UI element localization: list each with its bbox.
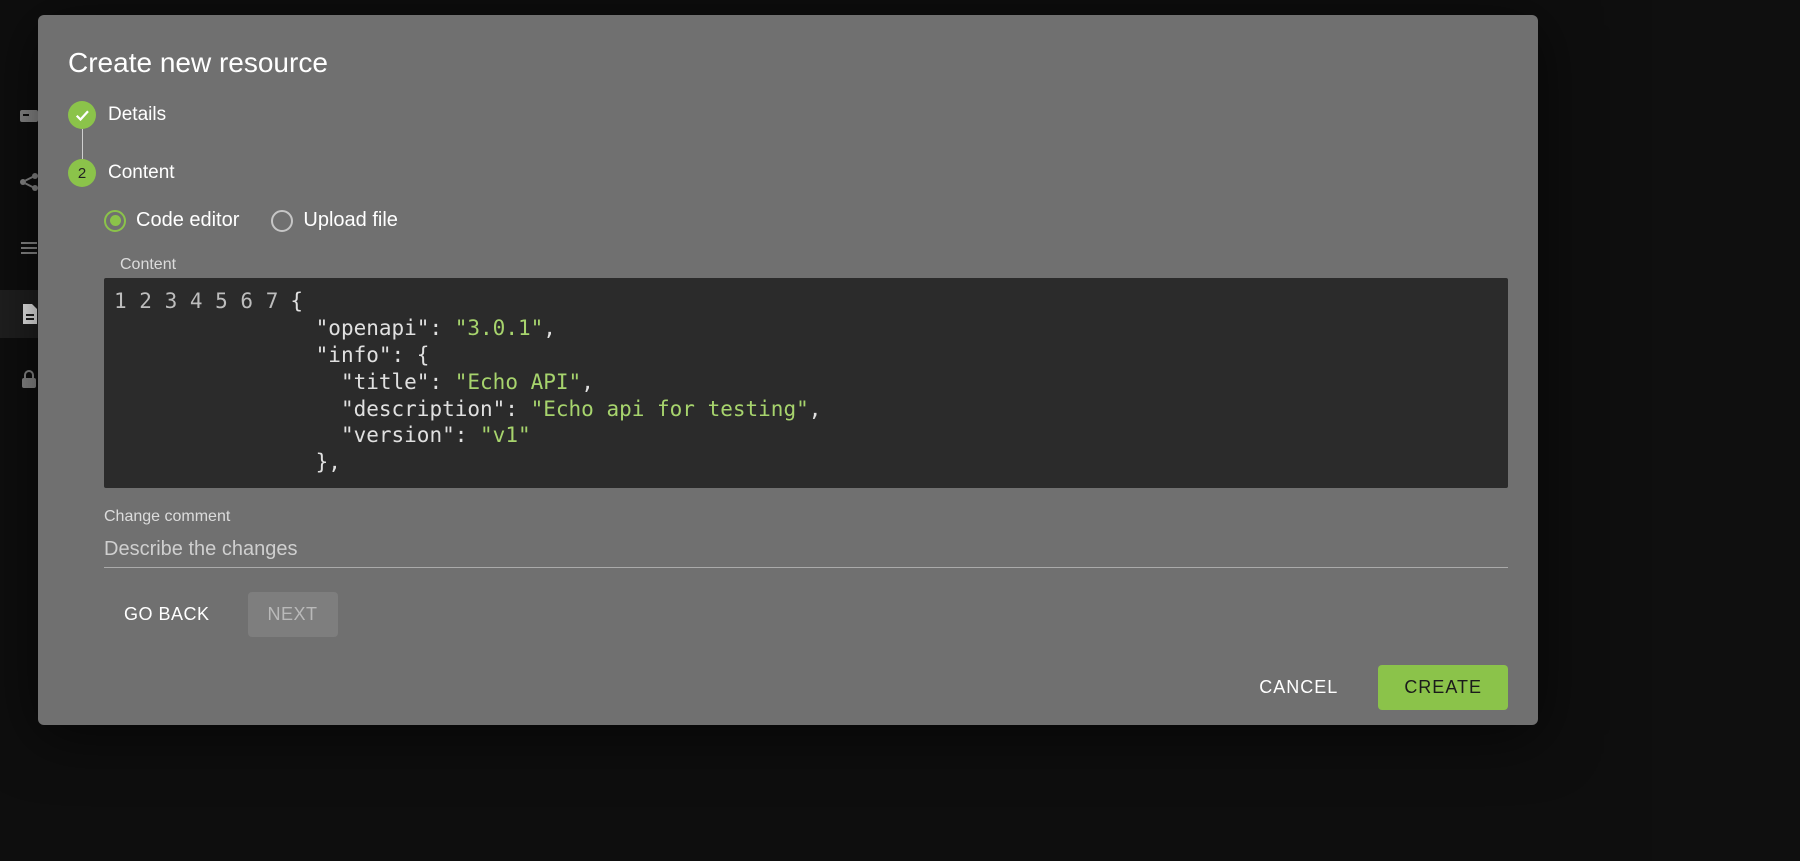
modal-title: Create new resource [68, 47, 1508, 79]
radio-outer-icon [271, 210, 293, 232]
step-nav: GO BACK NEXT [104, 592, 1508, 637]
stepper: Details 2 Content [68, 101, 1508, 187]
step-connector [82, 129, 83, 159]
content-mode-radio-group: Code editor Upload file [104, 209, 1508, 232]
radio-upload-file-label: Upload file [303, 209, 398, 232]
radio-upload-file[interactable]: Upload file [271, 209, 398, 232]
radio-inner-icon [110, 215, 121, 226]
step-content-indicator: 2 [68, 159, 96, 187]
code-gutter: 1 2 3 4 5 6 7 [104, 288, 286, 476]
code-editor[interactable]: 1 2 3 4 5 6 7 { "openapi": "3.0.1", "inf… [104, 278, 1508, 488]
create-button[interactable]: CREATE [1378, 665, 1508, 710]
step-details-indicator [68, 101, 96, 129]
radio-outer-icon [104, 210, 126, 232]
go-back-button[interactable]: GO BACK [104, 592, 230, 637]
create-resource-modal: Create new resource Details 2 Content Co… [38, 15, 1538, 725]
editor-label: Content [120, 256, 1508, 274]
change-comment-label: Change comment [104, 508, 1508, 526]
code-body[interactable]: { "openapi": "3.0.1", "info": { "title":… [286, 288, 821, 476]
next-button: NEXT [248, 592, 338, 637]
change-comment-input[interactable] [104, 532, 1508, 568]
step-details[interactable]: Details [68, 101, 1508, 129]
radio-code-editor-label: Code editor [136, 209, 239, 232]
step-details-label: Details [108, 104, 166, 126]
step-content-label: Content [108, 162, 175, 184]
check-icon [73, 106, 91, 124]
step-content-body: Code editor Upload file Content 1 2 3 4 … [68, 209, 1508, 637]
radio-code-editor[interactable]: Code editor [104, 209, 239, 232]
change-comment-block: Change comment [104, 508, 1508, 568]
step-content[interactable]: 2 Content [68, 159, 1508, 187]
modal-footer: CANCEL CREATE [68, 637, 1508, 710]
cancel-button[interactable]: CANCEL [1239, 665, 1358, 710]
